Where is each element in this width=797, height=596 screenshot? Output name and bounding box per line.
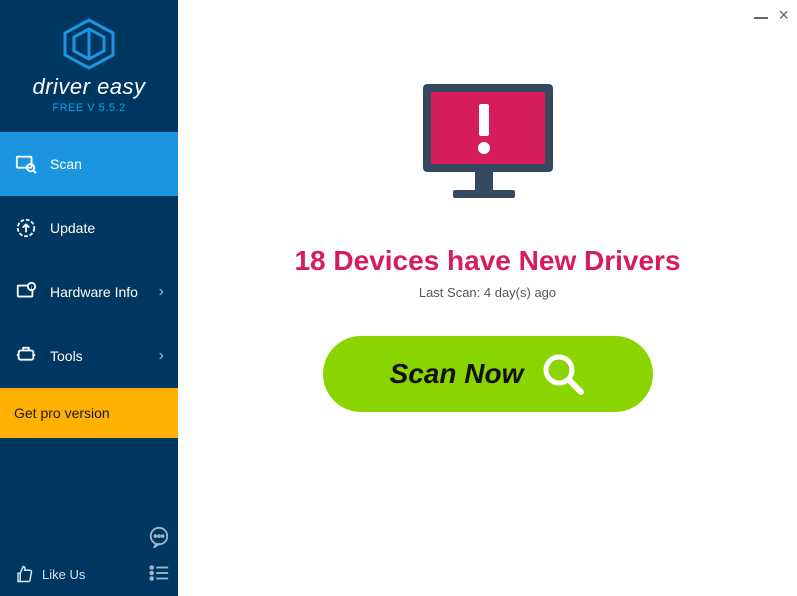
- nav-item-scan[interactable]: Scan: [0, 132, 178, 196]
- version-label: FREE V 5.5.2: [30, 102, 148, 114]
- svg-text:i: i: [31, 285, 32, 291]
- scan-now-label: Scan Now: [390, 358, 524, 390]
- nav-item-update[interactable]: Update: [0, 196, 178, 260]
- main-content: × 18 Devices have New Drivers Last Scan:…: [178, 0, 797, 596]
- update-icon: [14, 216, 38, 240]
- sidebar: driver easy FREE V 5.5.2 Scan Update: [0, 0, 178, 596]
- thumbs-up-icon: [14, 564, 34, 584]
- logo-area: driver easy FREE V 5.5.2: [0, 0, 178, 124]
- footer-icons: [148, 526, 170, 584]
- sidebar-footer: Like Us: [0, 516, 178, 596]
- nav-label: Tools: [50, 348, 83, 364]
- promo-label: Get pro version: [14, 405, 110, 421]
- scan-icon: [14, 152, 38, 176]
- last-scan-text: Last Scan: 4 day(s) ago: [419, 285, 556, 300]
- nav: Scan Update i Hardware Info ›: [0, 132, 178, 388]
- app-logo-icon: [61, 18, 117, 70]
- brand-text: driver easy: [30, 74, 148, 100]
- monitor-alert-icon: [413, 78, 563, 223]
- scan-now-button[interactable]: Scan Now: [323, 336, 653, 412]
- chevron-right-icon: ›: [159, 347, 164, 365]
- like-us-label: Like Us: [42, 567, 85, 582]
- tools-icon: [14, 344, 38, 368]
- spacer: [0, 438, 178, 516]
- get-pro-button[interactable]: Get pro version: [0, 388, 178, 438]
- window-controls: ×: [754, 6, 789, 24]
- nav-item-hardware-info[interactable]: i Hardware Info ›: [0, 260, 178, 324]
- nav-item-tools[interactable]: Tools ›: [0, 324, 178, 388]
- minimize-button[interactable]: [754, 17, 768, 19]
- close-button[interactable]: ×: [778, 6, 789, 24]
- magnifier-icon: [541, 352, 585, 396]
- feedback-icon[interactable]: [148, 526, 170, 548]
- chevron-right-icon: ›: [159, 283, 164, 301]
- like-us-button[interactable]: Like Us: [14, 564, 85, 584]
- nav-label: Scan: [50, 156, 82, 172]
- menu-list-icon[interactable]: [148, 562, 170, 584]
- nav-label: Update: [50, 220, 95, 236]
- nav-label: Hardware Info: [50, 284, 138, 300]
- hardware-info-icon: i: [14, 280, 38, 304]
- devices-headline: 18 Devices have New Drivers: [294, 245, 680, 277]
